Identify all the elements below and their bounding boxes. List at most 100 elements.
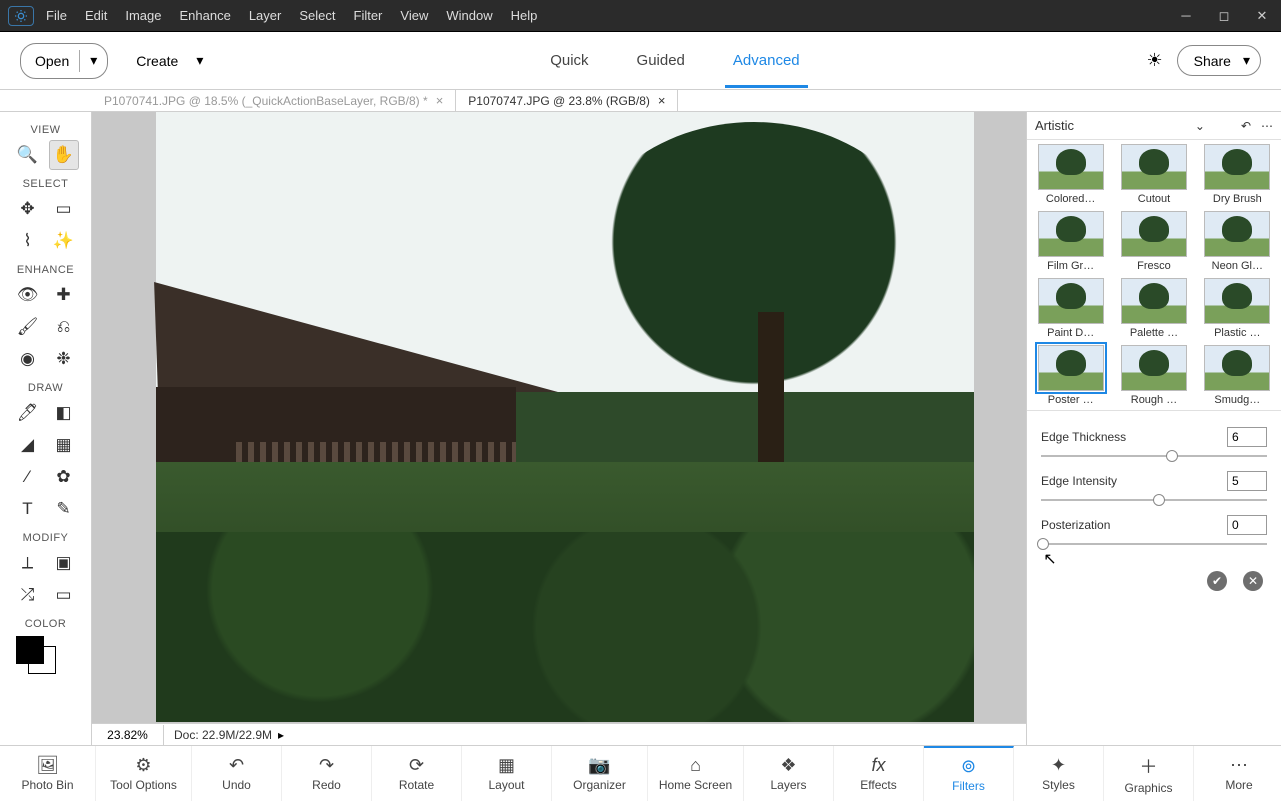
taskbar-undo[interactable]: ↶Undo xyxy=(192,746,282,801)
effects-icon: fx xyxy=(871,755,885,776)
taskbar-graphics[interactable]: ＋Graphics xyxy=(1104,746,1194,801)
menu-select[interactable]: Select xyxy=(299,8,335,23)
filter-thumb[interactable]: Smudg… xyxy=(1200,345,1275,406)
filter-thumb[interactable]: Neon Gl… xyxy=(1200,211,1275,272)
filter-thumb[interactable]: Rough … xyxy=(1116,345,1191,406)
gradient-tool[interactable]: ▦ xyxy=(49,430,79,460)
close-button[interactable]: ✕ xyxy=(1243,4,1281,28)
chevron-down-icon: ▾ xyxy=(1243,52,1250,69)
taskbar-photo-bin[interactable]: 🖼Photo Bin xyxy=(0,746,96,801)
eyedropper-tool[interactable]: ⁄ xyxy=(13,462,43,492)
apply-button[interactable]: ✔ xyxy=(1207,571,1227,591)
blur-tool[interactable]: ◉ xyxy=(13,344,43,374)
filter-thumb-selected[interactable]: Poster … xyxy=(1033,345,1108,406)
shape-tool[interactable]: ✿ xyxy=(49,462,79,492)
taskbar-layers[interactable]: ❖Layers xyxy=(744,746,834,801)
filter-confirm-row: ✔ ✕ xyxy=(1027,565,1281,601)
edge-thickness-slider[interactable] xyxy=(1041,455,1267,457)
menu-enhance[interactable]: Enhance xyxy=(180,8,231,23)
taskbar-more[interactable]: ⋯More xyxy=(1194,746,1281,801)
taskbar-tool-options[interactable]: ⚙Tool Options xyxy=(96,746,192,801)
move-tool[interactable]: ✥ xyxy=(13,194,43,224)
text-tool[interactable]: T xyxy=(13,494,43,524)
open-button[interactable]: Open ▾ xyxy=(20,43,108,79)
filter-thumb[interactable]: Palette … xyxy=(1116,278,1191,339)
eye-tool[interactable]: 👁 xyxy=(13,280,43,310)
edge-intensity-input[interactable] xyxy=(1227,471,1267,491)
canvas-area[interactable]: 23.82% Doc: 22.9M/22.9M ▸ xyxy=(92,112,1026,745)
taskbar-styles[interactable]: ✦Styles xyxy=(1014,746,1104,801)
minimize-button[interactable]: ─ xyxy=(1167,4,1205,28)
more-icon[interactable]: ⋯ xyxy=(1261,119,1273,133)
eraser-tool[interactable]: ◧ xyxy=(49,398,79,428)
tab-advanced[interactable]: Advanced xyxy=(731,34,802,87)
organizer-icon: 📷 xyxy=(588,755,610,776)
taskbar-layout[interactable]: ▦Layout xyxy=(462,746,552,801)
menu-help[interactable]: Help xyxy=(511,8,538,23)
divider xyxy=(79,50,80,72)
taskbar-effects[interactable]: fxEffects xyxy=(834,746,924,801)
crop-tool[interactable]: ⟂ xyxy=(13,548,43,578)
filter-thumb[interactable]: Fresco xyxy=(1116,211,1191,272)
lasso-tool[interactable]: ⌇ xyxy=(13,226,43,256)
filter-thumb[interactable]: Colored… xyxy=(1033,144,1108,205)
foreground-swatch[interactable] xyxy=(16,636,44,664)
sponge-tool[interactable]: ❉ xyxy=(49,344,79,374)
straighten-tool[interactable]: ▭ xyxy=(49,580,79,610)
menubar: File Edit Image Enhance Layer Select Fil… xyxy=(0,0,1281,32)
fill-tool[interactable]: ◢ xyxy=(13,430,43,460)
zoom-display[interactable]: 23.82% xyxy=(92,725,164,745)
brightness-icon[interactable]: ☀ xyxy=(1146,50,1162,71)
close-icon[interactable]: × xyxy=(658,93,666,108)
filter-thumb[interactable]: Film Gr… xyxy=(1033,211,1108,272)
hand-tool[interactable]: ✋ xyxy=(49,140,79,170)
filter-thumb[interactable]: Cutout xyxy=(1116,144,1191,205)
menu-image[interactable]: Image xyxy=(125,8,161,23)
taskbar-rotate[interactable]: ⟳Rotate xyxy=(372,746,462,801)
color-swatches[interactable] xyxy=(0,634,91,680)
filter-category-dropdown[interactable]: Artistic xyxy=(1035,118,1195,133)
heal-tool[interactable]: ✚ xyxy=(49,280,79,310)
marquee-tool[interactable]: ▭ xyxy=(49,194,79,224)
filter-thumb[interactable]: Dry Brush xyxy=(1200,144,1275,205)
magic-wand-tool[interactable]: ✨ xyxy=(49,226,79,256)
menu-edit[interactable]: Edit xyxy=(85,8,107,23)
recompose-tool[interactable]: ▣ xyxy=(49,548,79,578)
filter-thumb[interactable]: Paint D… xyxy=(1033,278,1108,339)
menu-file[interactable]: File xyxy=(46,8,67,23)
document-tab[interactable]: P1070741.JPG @ 18.5% (_QuickActionBaseLa… xyxy=(92,90,455,111)
content-move-tool[interactable]: ⤮ xyxy=(13,580,43,610)
edge-thickness-input[interactable] xyxy=(1227,427,1267,447)
taskbar-organizer[interactable]: 📷Organizer xyxy=(552,746,648,801)
taskbar-redo[interactable]: ↷Redo xyxy=(282,746,372,801)
menu-layer[interactable]: Layer xyxy=(249,8,282,23)
taskbar-filters[interactable]: ⊚Filters xyxy=(924,746,1014,801)
tab-guided[interactable]: Guided xyxy=(635,34,687,87)
posterization-input[interactable] xyxy=(1227,515,1267,535)
menu-view[interactable]: View xyxy=(400,8,428,23)
menu-filter[interactable]: Filter xyxy=(354,8,383,23)
create-dropdown[interactable]: Create ▾ xyxy=(136,52,203,69)
posterization-slider[interactable]: ↖ xyxy=(1041,543,1267,545)
menu-window[interactable]: Window xyxy=(446,8,492,23)
tab-quick[interactable]: Quick xyxy=(548,34,590,87)
undo-icon[interactable]: ↶ xyxy=(1241,119,1251,133)
chevron-down-icon[interactable]: ⌄ xyxy=(1195,119,1205,133)
close-icon[interactable]: × xyxy=(436,93,444,108)
cancel-button[interactable]: ✕ xyxy=(1243,571,1263,591)
edge-intensity-slider[interactable] xyxy=(1041,499,1267,501)
maximize-button[interactable]: ◻ xyxy=(1205,4,1243,28)
clone-stamp-tool[interactable]: ⎌ xyxy=(49,312,79,342)
taskbar-home[interactable]: ⌂Home Screen xyxy=(648,746,744,801)
zoom-tool[interactable]: 🔍 xyxy=(13,140,43,170)
document-tab[interactable]: P1070747.JPG @ 23.8% (RGB/8) × xyxy=(455,90,678,111)
chevron-right-icon[interactable]: ▸ xyxy=(278,728,284,742)
share-button[interactable]: Share ▾ xyxy=(1177,45,1261,76)
pencil-tool[interactable]: ✎ xyxy=(49,494,79,524)
brush-tool[interactable]: 🖊 xyxy=(13,398,43,428)
filter-thumb[interactable]: Plastic … xyxy=(1200,278,1275,339)
category-label: Artistic xyxy=(1035,118,1074,133)
brush-enhance-tool[interactable]: 🖌 xyxy=(13,312,43,342)
slider-label: Edge Thickness xyxy=(1041,430,1126,444)
bottom-taskbar: 🖼Photo Bin ⚙Tool Options ↶Undo ↷Redo ⟳Ro… xyxy=(0,745,1281,801)
